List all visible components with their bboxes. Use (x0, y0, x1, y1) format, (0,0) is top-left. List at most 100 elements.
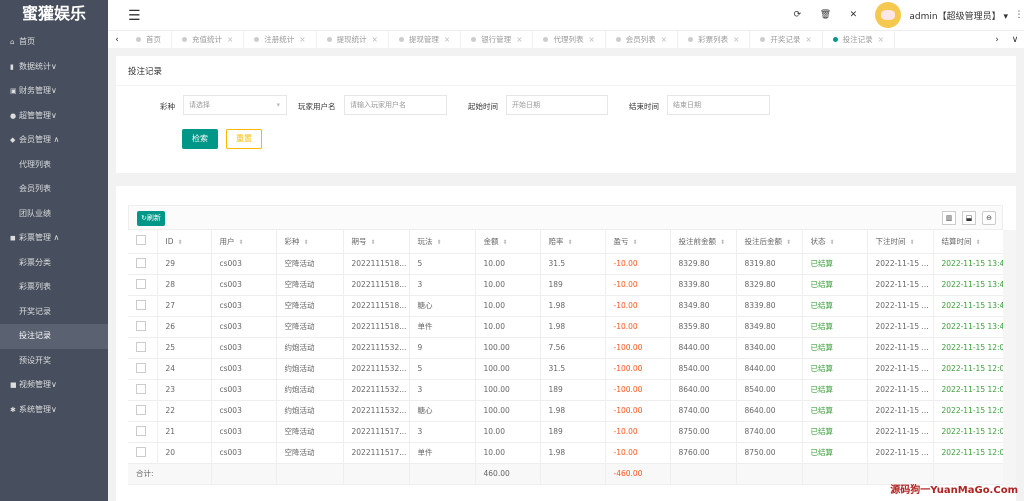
close-icon[interactable]: × (878, 35, 884, 44)
tab[interactable]: 首页 (126, 30, 172, 49)
sort-icon[interactable]: ⬍ (503, 239, 508, 246)
sidebar-item[interactable]: 投注记录 (0, 324, 108, 349)
column-header[interactable]: 投注后金额 ⬍ (736, 230, 803, 254)
export-icon[interactable]: ⬓ (962, 211, 976, 225)
sort-icon[interactable]: ⬍ (910, 239, 915, 246)
row-checkbox[interactable] (128, 379, 158, 401)
column-header[interactable]: 赔率 ⬍ (540, 230, 606, 254)
column-header[interactable]: 结算时间 ⬍ (933, 230, 1004, 254)
row-checkbox[interactable] (128, 316, 158, 338)
row-checkbox[interactable] (128, 274, 158, 296)
select-all-checkbox[interactable] (128, 230, 158, 254)
table-cell: 8319.80 (736, 253, 803, 275)
sidebar-item[interactable]: ◆ 会员管理 ∧ (0, 128, 108, 153)
column-header[interactable]: ID ⬍ (157, 230, 212, 254)
avatar[interactable] (875, 2, 902, 28)
column-header[interactable]: 金额 ⬍ (475, 230, 541, 254)
table-cell: 8640.00 (736, 400, 803, 422)
column-header[interactable]: 玩法 ⬍ (409, 230, 476, 254)
sort-icon[interactable]: ⬍ (437, 239, 442, 246)
sort-icon[interactable]: ⬍ (830, 239, 835, 246)
end-date-input[interactable]: 结束日期 (667, 95, 770, 115)
sidebar-item[interactable]: ✱ 系统管理∨ (0, 398, 108, 423)
sidebar-item[interactable]: ⌂ 首页 (0, 30, 108, 55)
column-header[interactable]: 投注前金额 ⬍ (670, 230, 737, 254)
print-icon[interactable]: ⊖ (982, 211, 996, 225)
sidebar-item[interactable]: 代理列表 (0, 153, 108, 178)
tab[interactable]: 彩票列表 × (678, 30, 751, 49)
row-checkbox[interactable] (128, 337, 158, 359)
column-header[interactable]: 状态 ⬍ (802, 230, 868, 254)
refresh-button[interactable]: ↻刷新 (137, 211, 165, 226)
column-header[interactable]: 用户 ⬍ (211, 230, 277, 254)
sort-icon[interactable]: ⬍ (568, 239, 573, 246)
sidebar-item[interactable]: 彩票分类 (0, 251, 108, 276)
sort-icon[interactable]: ⬍ (239, 239, 244, 246)
tab[interactable]: 开奖记录 × (750, 30, 823, 49)
row-checkbox[interactable] (128, 295, 158, 317)
tab-menu-icon[interactable]: ∨ (1006, 31, 1024, 49)
sidebar-item[interactable]: ■ 视频管理∨ (0, 373, 108, 398)
row-checkbox[interactable] (128, 358, 158, 380)
tab[interactable]: 银行管理 × (461, 30, 534, 49)
column-header[interactable]: 下注时间 ⬍ (867, 230, 934, 254)
trash-icon[interactable]: 🗑 (811, 10, 839, 20)
column-header[interactable]: 彩种 ⬍ (276, 230, 344, 254)
tab-scroll-left-icon[interactable]: ‹ (108, 31, 126, 49)
close-icon[interactable]: × (588, 35, 594, 44)
menu-toggle-icon[interactable]: ☰ (128, 8, 141, 24)
close-icon[interactable]: × (227, 35, 233, 44)
row-checkbox[interactable] (128, 442, 158, 464)
tab[interactable]: 投注记录 × (823, 30, 895, 49)
lottery-select[interactable]: 请选择 ▾ (183, 95, 287, 115)
columns-icon[interactable]: ▥ (942, 211, 956, 225)
sort-icon[interactable]: ⬍ (720, 239, 725, 246)
tab-scroll-right-icon[interactable]: › (988, 31, 1006, 49)
sidebar-item[interactable]: ▮ 数据统计∨ (0, 55, 108, 80)
sort-icon[interactable]: ⬍ (633, 239, 638, 246)
row-checkbox[interactable] (128, 400, 158, 422)
row-checkbox[interactable] (128, 421, 158, 443)
total-label: 合计: (128, 463, 212, 485)
sidebar-item[interactable]: 会员列表 (0, 177, 108, 202)
sort-icon[interactable]: ⬍ (304, 239, 309, 246)
tab[interactable]: 代理列表 × (533, 30, 606, 49)
tab[interactable]: 提现统计 × (317, 30, 389, 49)
sidebar-item[interactable]: ● 超管管理∨ (0, 104, 108, 129)
column-header[interactable]: 期号 ⬍ (343, 230, 410, 254)
sidebar-item[interactable]: ▣ 财务管理∨ (0, 79, 108, 104)
table-cell: 已结算 (802, 379, 868, 401)
sidebar-item[interactable]: 彩票列表 (0, 275, 108, 300)
sort-icon[interactable]: ⬍ (786, 239, 791, 246)
username-input[interactable]: 请输入玩家用户名 (344, 95, 447, 115)
tab[interactable]: 充值统计 × (172, 30, 245, 49)
sidebar-item[interactable]: 预设开奖 (0, 349, 108, 374)
more-icon[interactable]: ⋮ (1014, 10, 1024, 20)
tab[interactable]: 提现管理 × (389, 30, 462, 49)
user-menu[interactable]: admin【超级管理员】 ▾ (909, 9, 1008, 22)
tab[interactable]: 会员列表 × (606, 30, 679, 49)
sidebar-item[interactable]: 团队业绩 (0, 202, 108, 227)
sidebar-item[interactable]: ◼ 彩票管理 ∧ (0, 226, 108, 251)
tab[interactable]: 注册统计 × (244, 30, 317, 49)
sort-icon[interactable]: ⬍ (178, 239, 183, 246)
refresh-icon[interactable]: ⟳ (783, 10, 811, 20)
sidebar-item[interactable]: 开奖记录 (0, 300, 108, 325)
search-button[interactable]: 检索 (182, 129, 218, 149)
close-icon[interactable]: × (733, 35, 739, 44)
close-icon[interactable]: × (444, 35, 450, 44)
table-scrollbar[interactable] (1003, 230, 1016, 490)
fullscreen-icon[interactable]: ✕ (839, 10, 867, 20)
close-icon[interactable]: × (805, 35, 811, 44)
close-icon[interactable]: × (372, 35, 378, 44)
sort-icon[interactable]: ⬍ (976, 239, 981, 246)
row-checkbox[interactable] (128, 253, 158, 275)
reset-button[interactable]: 重置 (226, 129, 262, 149)
close-icon[interactable]: × (516, 35, 522, 44)
close-icon[interactable]: × (299, 35, 305, 44)
table-cell: 27 (157, 295, 212, 317)
close-icon[interactable]: × (661, 35, 667, 44)
start-date-input[interactable]: 开始日期 (506, 95, 608, 115)
sort-icon[interactable]: ⬍ (371, 239, 376, 246)
column-header[interactable]: 盈亏 ⬍ (605, 230, 671, 254)
